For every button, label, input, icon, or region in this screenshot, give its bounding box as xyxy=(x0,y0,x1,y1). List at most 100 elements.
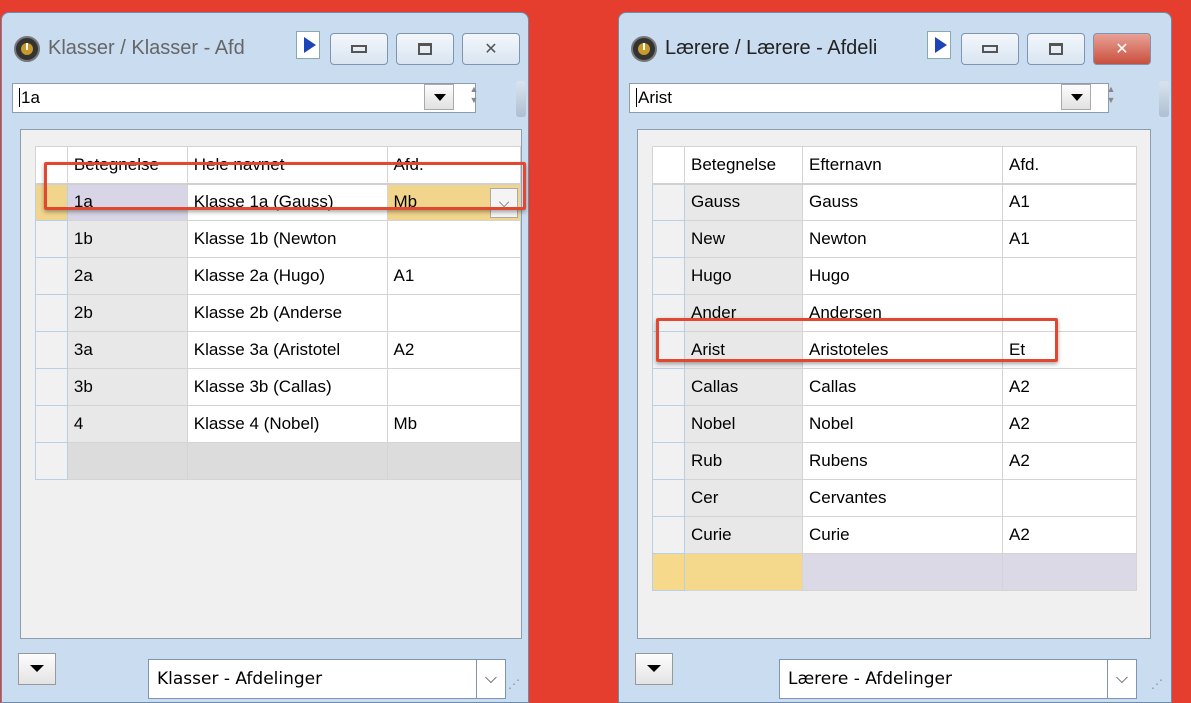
cell-empty[interactable] xyxy=(684,553,803,591)
cell-name[interactable]: Newton xyxy=(802,220,1003,258)
table-row[interactable]: Gauss Gauss A1 xyxy=(652,183,1137,221)
new-row[interactable] xyxy=(652,553,1137,591)
toolbar-grip[interactable] xyxy=(516,81,526,117)
cell-betegnelse[interactable]: Nobel xyxy=(684,405,803,443)
cell-betegnelse[interactable]: Curie xyxy=(684,516,803,554)
row-selector-header[interactable] xyxy=(652,146,685,185)
cell-empty[interactable] xyxy=(386,442,521,480)
row-selector[interactable] xyxy=(652,553,685,591)
cell-name[interactable]: Cervantes xyxy=(802,479,1003,517)
cell-betegnelse[interactable]: Hugo xyxy=(684,257,803,295)
cell-afd[interactable]: A2 xyxy=(386,331,521,369)
row-selector[interactable] xyxy=(652,257,685,295)
row-selector[interactable] xyxy=(652,405,685,443)
cell-betegnelse[interactable]: Cer xyxy=(684,479,803,517)
spin-buttons[interactable]: ▲ ▼ xyxy=(1099,84,1123,110)
cell-betegnelse[interactable]: 2b xyxy=(66,294,188,332)
table-row[interactable]: 4 Klasse 4 (Nobel) Mb xyxy=(35,405,521,443)
cell-afd[interactable]: A2 xyxy=(1002,368,1137,406)
cell-afd[interactable] xyxy=(1002,257,1137,295)
table-row[interactable]: Curie Curie A2 xyxy=(652,516,1137,554)
flag-icon[interactable] xyxy=(296,31,320,59)
cell-afd[interactable] xyxy=(386,220,521,258)
table-row[interactable]: 2b Klasse 2b (Anderse xyxy=(35,294,521,332)
row-selector[interactable] xyxy=(652,183,685,221)
view-select[interactable]: Klasser - Afdelinger xyxy=(148,659,478,699)
title-bar[interactable]: Klasser / Klasser - Afd ✕ xyxy=(2,13,528,75)
row-selector[interactable] xyxy=(35,442,68,480)
cell-name[interactable]: Klasse 2b (Anderse xyxy=(186,294,388,332)
row-selector[interactable] xyxy=(35,294,68,332)
minimize-button[interactable] xyxy=(330,33,388,65)
row-selector[interactable] xyxy=(35,331,68,369)
table-row[interactable]: Rub Rubens A2 xyxy=(652,442,1137,480)
flag-icon[interactable] xyxy=(927,31,951,59)
table-row[interactable]: Callas Callas A2 xyxy=(652,368,1137,406)
chevron-down-icon[interactable]: ⌵ xyxy=(476,659,506,699)
row-selector[interactable] xyxy=(652,368,685,406)
chevron-down-icon[interactable]: ⌵ xyxy=(1107,659,1137,699)
cell-name[interactable]: Klasse 1b (Newton xyxy=(186,220,388,258)
row-selector[interactable] xyxy=(35,405,68,443)
cell-betegnelse[interactable]: 1b xyxy=(66,220,188,258)
table-row[interactable]: Nobel Nobel A2 xyxy=(652,405,1137,443)
cell-afd[interactable]: A2 xyxy=(1002,516,1137,554)
row-selector[interactable] xyxy=(35,220,68,258)
cell-afd[interactable] xyxy=(1002,479,1137,517)
cell-afd[interactable]: A1 xyxy=(1002,220,1137,258)
search-dropdown-button[interactable] xyxy=(1061,84,1091,110)
view-select[interactable]: Lærere - Afdelinger xyxy=(779,659,1109,699)
maximize-button[interactable] xyxy=(396,33,454,65)
title-bar[interactable]: Lærere / Lærere - Afdeli ✕ xyxy=(619,13,1171,75)
cell-name[interactable]: Curie xyxy=(802,516,1003,554)
cell-empty[interactable] xyxy=(1002,553,1137,591)
search-input[interactable]: 1a xyxy=(12,83,476,113)
cell-betegnelse[interactable]: 3a xyxy=(66,331,188,369)
cell-afd[interactable] xyxy=(386,368,521,406)
toolbar-grip[interactable] xyxy=(1159,81,1169,117)
column-header-betegnelse[interactable]: Betegnelse xyxy=(684,146,803,185)
cell-betegnelse[interactable]: Gauss xyxy=(684,183,803,221)
table-row[interactable]: 1b Klasse 1b (Newton xyxy=(35,220,521,258)
table-row[interactable]: Cer Cervantes xyxy=(652,479,1137,517)
cell-betegnelse[interactable]: 3b xyxy=(66,368,188,406)
resize-grip-icon[interactable]: ⋰ xyxy=(1151,677,1163,691)
cell-afd[interactable]: A2 xyxy=(1002,405,1137,443)
cell-empty[interactable] xyxy=(186,442,388,480)
cell-betegnelse[interactable]: 2a xyxy=(66,257,188,295)
cell-afd[interactable]: A1 xyxy=(386,257,521,295)
cell-name[interactable]: Hugo xyxy=(802,257,1003,295)
row-selector[interactable] xyxy=(652,442,685,480)
row-selector[interactable] xyxy=(652,516,685,554)
cell-betegnelse[interactable]: 4 xyxy=(66,405,188,443)
new-row[interactable] xyxy=(35,442,521,480)
cell-empty[interactable] xyxy=(66,442,188,480)
resize-grip-icon[interactable]: ⋰ xyxy=(508,677,520,691)
cell-betegnelse[interactable]: Rub xyxy=(684,442,803,480)
search-dropdown-button[interactable] xyxy=(424,84,454,110)
cell-afd[interactable]: Mb xyxy=(386,405,521,443)
cell-name[interactable]: Klasse 3a (Aristotel xyxy=(186,331,388,369)
close-button[interactable]: ✕ xyxy=(1093,33,1151,65)
cell-afd[interactable]: A2 xyxy=(1002,442,1137,480)
table-row[interactable]: 2a Klasse 2a (Hugo) A1 xyxy=(35,257,521,295)
table-row[interactable]: Hugo Hugo xyxy=(652,257,1137,295)
cell-afd[interactable]: A1 xyxy=(1002,183,1137,221)
table-row[interactable]: New Newton A1 xyxy=(652,220,1137,258)
cell-betegnelse[interactable]: Callas xyxy=(684,368,803,406)
cell-name[interactable]: Klasse 2a (Hugo) xyxy=(186,257,388,295)
menu-dropdown-button[interactable] xyxy=(18,653,56,685)
cell-betegnelse[interactable]: New xyxy=(684,220,803,258)
close-button[interactable]: ✕ xyxy=(462,33,520,65)
cell-name[interactable]: Gauss xyxy=(802,183,1003,221)
search-input[interactable]: Arist xyxy=(629,83,1109,113)
minimize-button[interactable] xyxy=(961,33,1019,65)
cell-empty[interactable] xyxy=(802,553,1003,591)
cell-name[interactable]: Rubens xyxy=(802,442,1003,480)
column-header-efternavn[interactable]: Efternavn xyxy=(802,146,1003,185)
cell-name[interactable]: Callas xyxy=(802,368,1003,406)
row-selector[interactable] xyxy=(35,257,68,295)
column-header-afd[interactable]: Afd. xyxy=(1002,146,1137,185)
menu-dropdown-button[interactable] xyxy=(635,653,673,685)
spin-buttons[interactable]: ▲ ▼ xyxy=(462,84,486,110)
